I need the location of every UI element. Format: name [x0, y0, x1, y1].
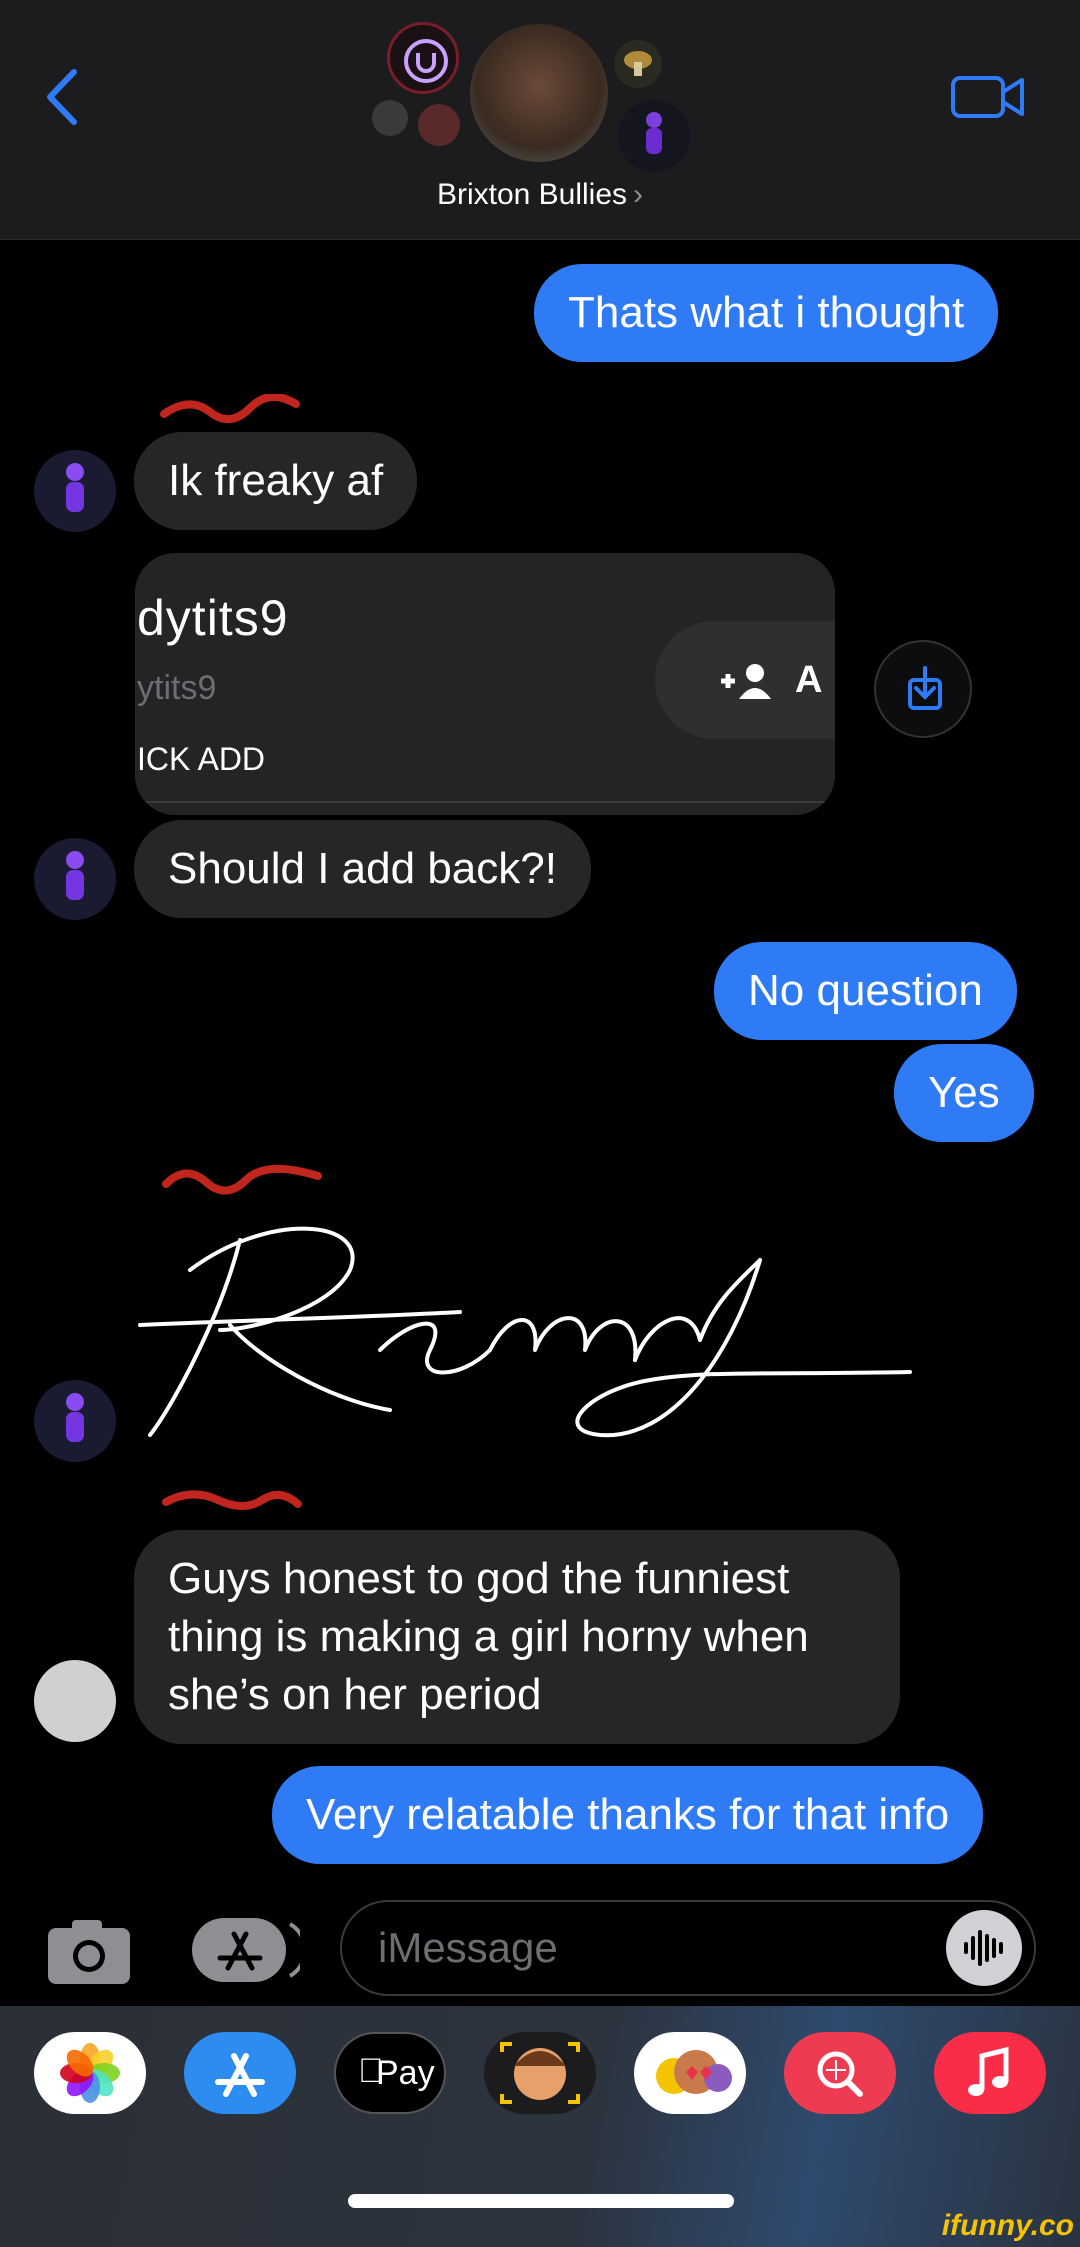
mushroom-icon — [624, 51, 652, 76]
conversation-header: Brixton Bullies › — [0, 0, 1080, 240]
group-member-avatar[interactable] — [470, 24, 608, 162]
message-line: thing is making a girl horny when — [168, 1612, 809, 1661]
incoming-message[interactable]: Ik freaky af — [134, 432, 418, 530]
redacted-sender-name — [162, 1164, 322, 1195]
music-app[interactable] — [934, 2032, 1046, 2114]
camera-icon — [48, 1920, 130, 1984]
music-icon — [968, 2046, 1009, 2096]
group-member-avatar[interactable] — [418, 104, 460, 146]
memoji-app[interactable] — [484, 2032, 596, 2114]
group-member-avatar[interactable] — [614, 40, 662, 88]
add-button-label: A — [795, 659, 823, 701]
memoji-icon — [500, 2042, 580, 2104]
chevron-left-icon — [47, 69, 77, 125]
facetime-button[interactable] — [950, 72, 1026, 122]
group-member-avatar[interactable] — [618, 100, 690, 172]
app-store-icon — [215, 2053, 265, 2097]
group-name[interactable]: Brixton Bullies › — [0, 178, 1080, 212]
sender-avatar[interactable] — [34, 1380, 116, 1462]
audio-record-button[interactable] — [946, 1910, 1022, 1986]
photos-icon — [60, 2043, 120, 2103]
message-line: she’s on her period — [168, 1670, 542, 1719]
add-friend-icon — [721, 664, 771, 699]
app-store-app[interactable] — [184, 2032, 296, 2114]
sender-avatar[interactable] — [34, 450, 116, 532]
card-divider — [135, 801, 835, 803]
group-name-label: Brixton Bullies — [436, 178, 628, 211]
add-friend-button[interactable]: A — [655, 621, 835, 739]
message-line: Guys honest to god the funniest — [168, 1554, 790, 1603]
purple-figure-icon — [66, 463, 84, 512]
apple-pay-app[interactable]:  Pay — [334, 2032, 446, 2114]
card-action-label: ICK ADD — [137, 741, 266, 777]
chevron-right-icon: › — [633, 178, 644, 211]
card-username: dytits9 — [137, 590, 289, 646]
outgoing-message[interactable]: Very relatable thanks for that info — [272, 1766, 984, 1864]
incoming-message[interactable]: Should I add back?! — [134, 820, 591, 918]
sender-avatar[interactable] — [34, 1660, 116, 1742]
message-placeholder: iMessage — [378, 1924, 558, 1971]
purple-figure-icon — [66, 851, 84, 900]
home-indicator[interactable] — [348, 2194, 734, 2208]
group-member-avatar[interactable] — [372, 100, 408, 136]
handwriting-message[interactable] — [130, 1200, 930, 1460]
compose-bar: iMessage — [0, 1880, 1080, 2000]
watermark: ifunny.co — [941, 2209, 1074, 2242]
search-images-icon — [817, 2051, 863, 2097]
app-store-icon — [192, 1918, 308, 1982]
back-button[interactable] — [40, 62, 90, 132]
animoji-icon — [656, 2050, 732, 2094]
waveform-icon — [964, 1930, 1003, 1966]
handwritten-remy — [138, 1226, 912, 1438]
logo-icon — [404, 39, 448, 83]
redacted-sender-name — [162, 1490, 302, 1510]
purple-figure-icon — [646, 112, 662, 154]
app-store-button[interactable] — [190, 1910, 308, 1990]
animoji-app[interactable] — [634, 2032, 746, 2114]
shared-contact-card[interactable]: dytits9 ytits9 ICK ADD A — [135, 553, 835, 815]
outgoing-message[interactable]: Thats what i thought — [534, 264, 999, 362]
message-input[interactable]: iMessage — [340, 1900, 1036, 1996]
outgoing-message[interactable]: No question — [714, 942, 1017, 1040]
purple-figure-icon — [66, 1393, 84, 1442]
camera-button[interactable] — [44, 1916, 134, 1988]
video-camera-icon — [951, 76, 1024, 118]
outgoing-message[interactable]: Yes — [894, 1044, 1034, 1142]
download-icon — [908, 666, 942, 710]
apple-pay-label: Pay — [376, 2054, 435, 2092]
group-member-avatar[interactable] — [387, 22, 459, 94]
save-button[interactable] — [874, 640, 972, 738]
incoming-message[interactable]: Guys honest to god the funniest thing is… — [134, 1530, 900, 1744]
image-search-app[interactable] — [784, 2032, 896, 2114]
photos-app[interactable] — [34, 2032, 146, 2114]
redacted-sender-name — [160, 394, 300, 423]
sender-avatar[interactable] — [34, 838, 116, 920]
app-drawer:  Pay ifunny.co — [0, 2006, 1080, 2247]
card-handle: ytits9 — [137, 669, 217, 707]
